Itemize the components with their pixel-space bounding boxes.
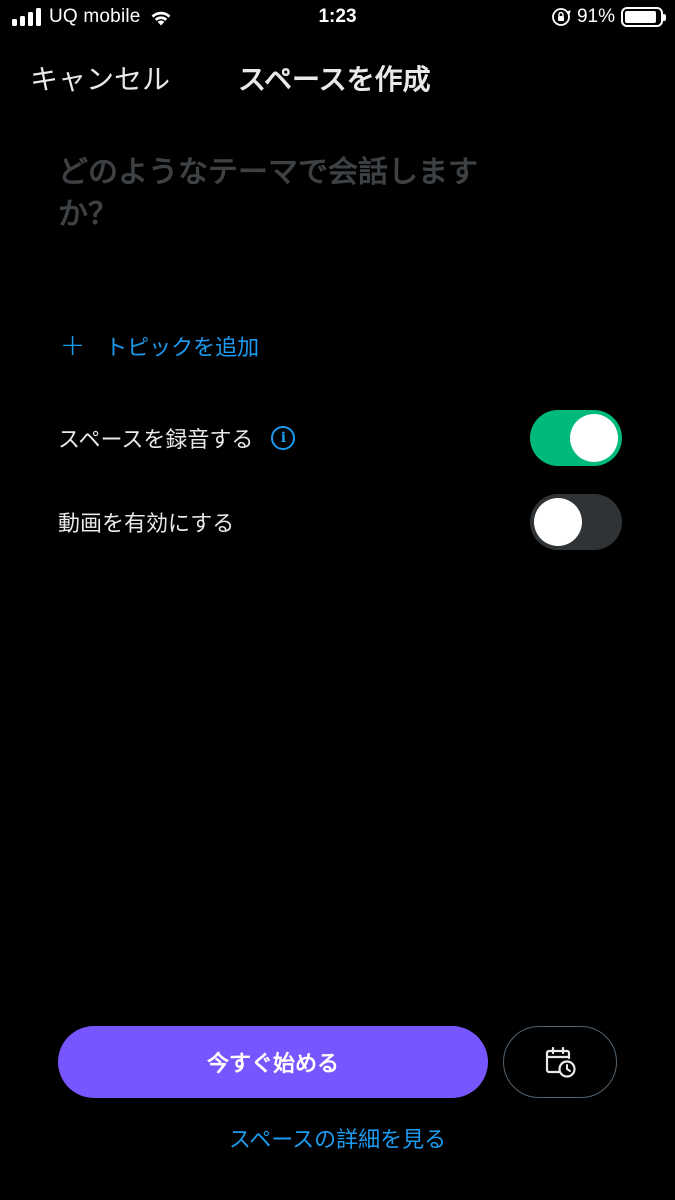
calendar-clock-icon xyxy=(545,1046,576,1078)
record-space-label: スペースを録音する xyxy=(58,428,254,453)
schedule-button[interactable] xyxy=(503,1026,617,1098)
space-details-link[interactable]: スペースの詳細を見る xyxy=(0,1122,675,1154)
enable-video-toggle[interactable] xyxy=(530,494,622,550)
signal-icon xyxy=(12,8,41,26)
enable-video-label: 動画を有効にする xyxy=(58,512,235,537)
battery-icon xyxy=(621,7,666,27)
battery-percent: 91% xyxy=(576,6,615,27)
start-now-button[interactable]: 今すぐ始める xyxy=(58,1026,488,1098)
carrier-name: UQ mobile xyxy=(49,6,141,27)
page-title: スペースを作成 xyxy=(238,63,431,96)
info-icon[interactable]: i xyxy=(271,426,296,450)
status-bar: UQ mobile 1:23 91% xyxy=(0,0,675,38)
battery-level xyxy=(625,11,656,23)
orientation-lock-icon xyxy=(552,8,571,26)
plus-icon: + xyxy=(60,328,86,363)
wifi-icon xyxy=(151,11,170,26)
toggle-knob xyxy=(534,498,582,546)
record-space-row: スペースを録音する i xyxy=(58,408,622,468)
toggle-knob xyxy=(570,414,618,462)
status-right: 91% xyxy=(551,6,666,28)
add-topic-label: トピックを追加 xyxy=(105,336,260,361)
topic-input[interactable]: どのようなテーマで会話しますか？ xyxy=(58,152,518,236)
cancel-button[interactable]: キャンセル xyxy=(30,58,170,98)
enable-video-row: 動画を有効にする xyxy=(58,492,622,552)
add-topic-button[interactable]: + トピックを追加 xyxy=(60,330,259,362)
record-space-toggle[interactable] xyxy=(530,410,622,466)
create-space-screen: UQ mobile 1:23 91% キャンセル スペースを作成 どのようなテー… xyxy=(0,0,675,1200)
status-left: UQ mobile xyxy=(12,6,173,28)
